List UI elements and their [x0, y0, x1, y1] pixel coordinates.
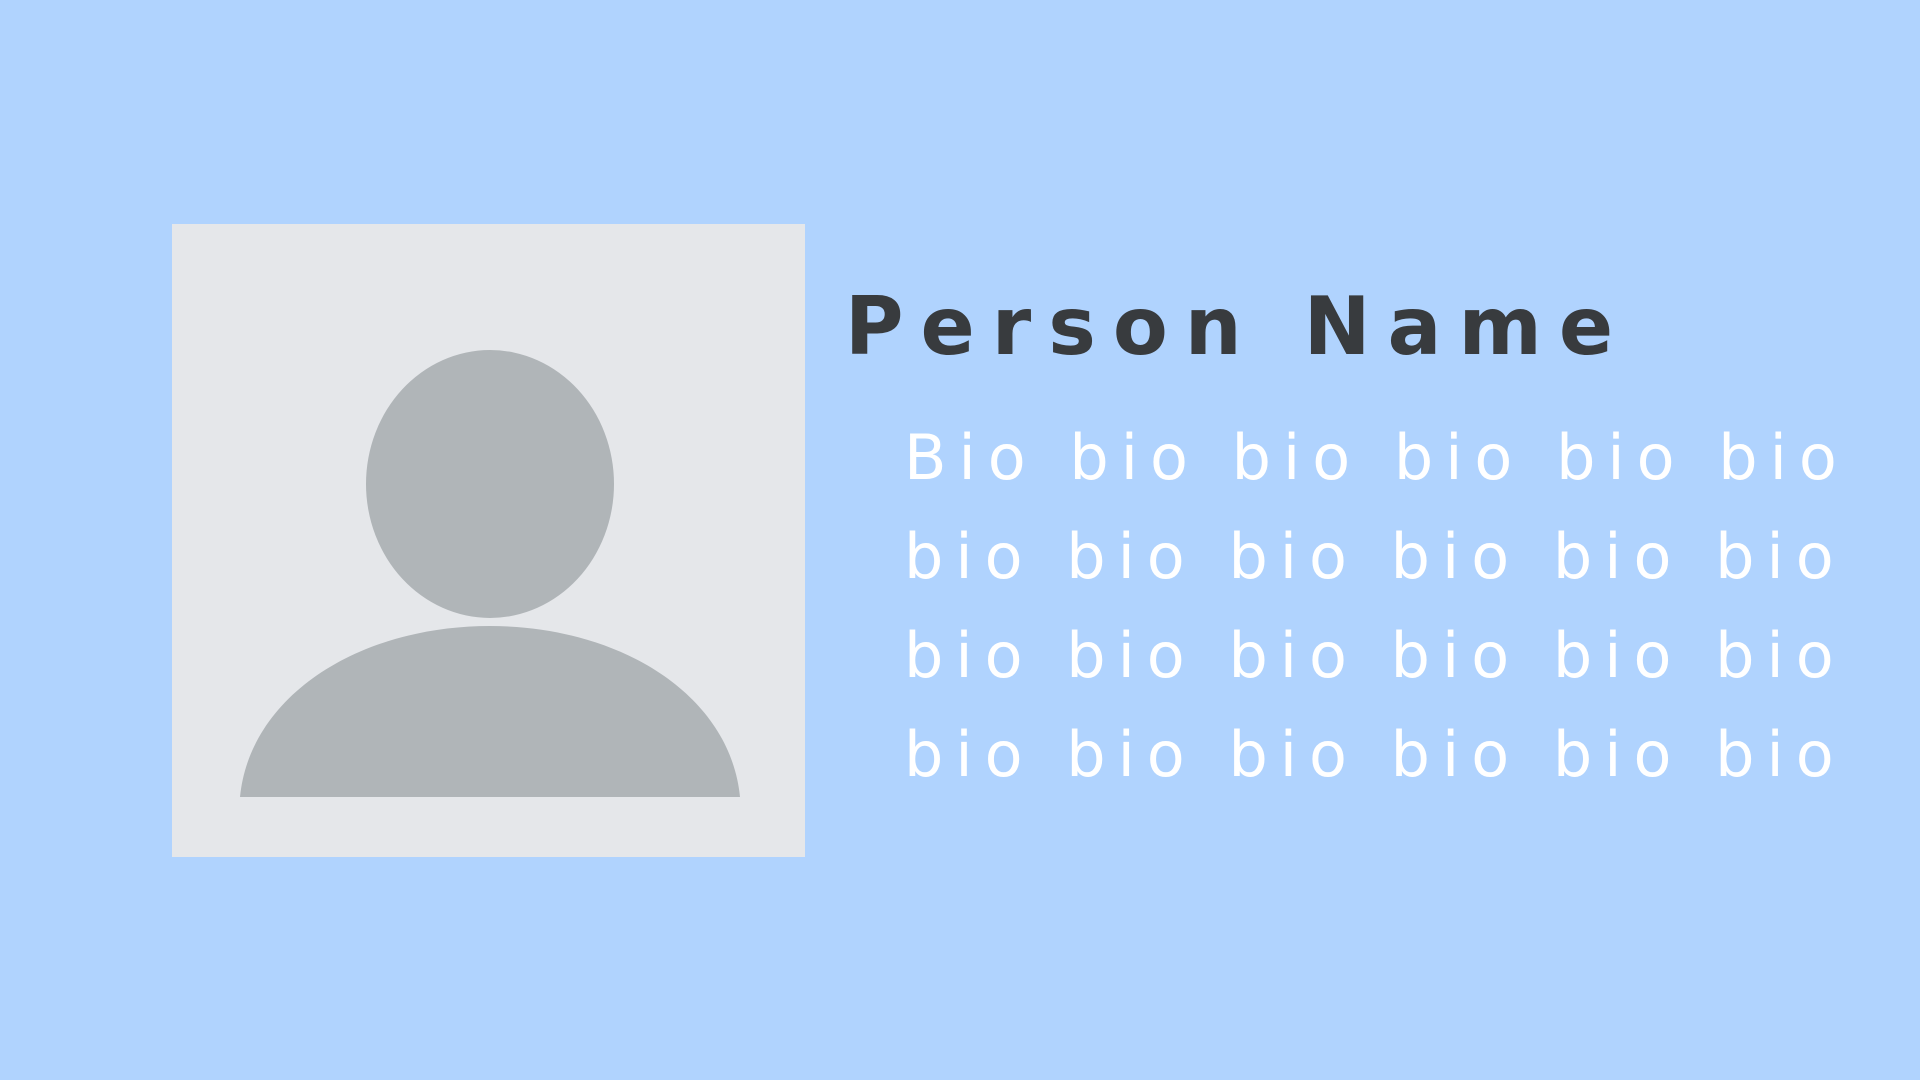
bio-line: bio bio bio bio bio bio: [904, 718, 1846, 791]
bio-line: Bio bio bio bio bio bio: [904, 421, 1849, 494]
avatar-shoulders: [240, 626, 740, 797]
avatar-head: [366, 350, 614, 618]
person-silhouette-icon: [240, 350, 740, 797]
avatar-placeholder: [172, 224, 805, 857]
person-name: Person Name: [844, 280, 1631, 373]
bio-line: bio bio bio bio bio bio: [904, 619, 1846, 692]
bio-line: bio bio bio bio bio bio: [904, 520, 1846, 593]
bio-text: Bio bio bio bio bio bio bio bio bio bio …: [904, 408, 1849, 804]
